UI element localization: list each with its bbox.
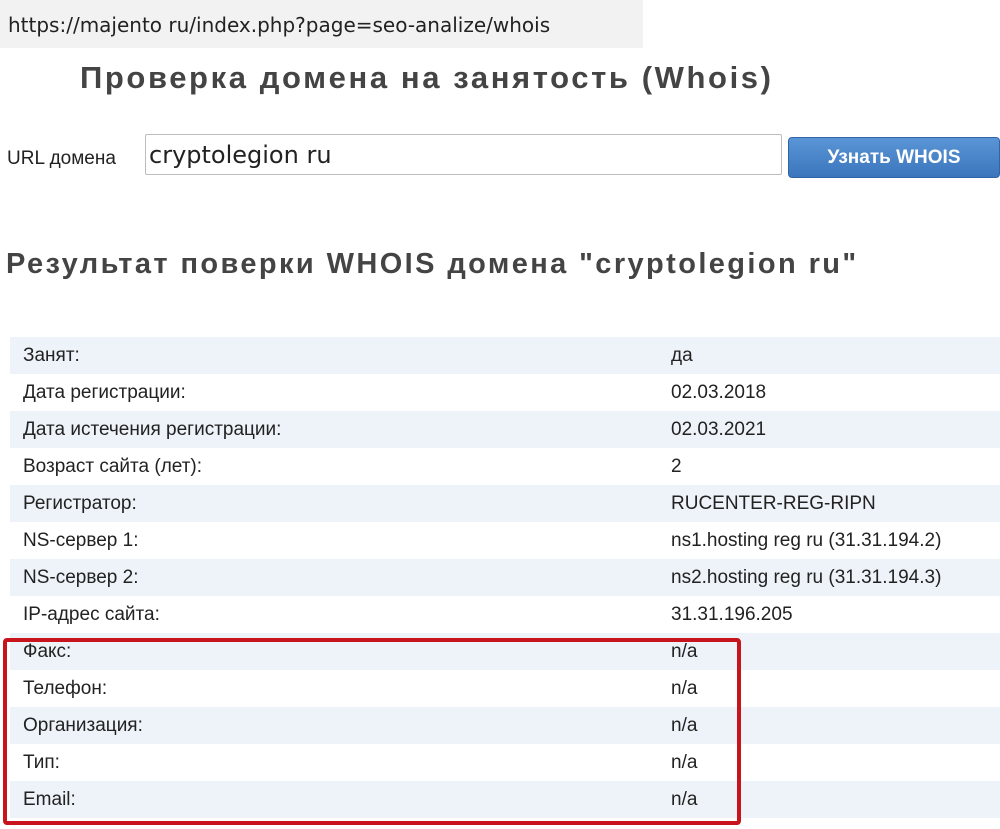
row-label: NS-сервер 1:	[10, 522, 659, 559]
row-label: Возраст сайта (лет):	[10, 448, 659, 485]
row-label: Email:	[10, 781, 659, 818]
table-row: Тип: n/a	[10, 744, 1000, 781]
row-label: Тип:	[10, 744, 659, 781]
row-value: n/a	[659, 707, 1000, 744]
row-value: 02.03.2021	[659, 411, 1000, 448]
table-row: Дата регистрации: 02.03.2018	[10, 374, 1000, 411]
table-row: Занят: да	[10, 337, 1000, 374]
address-bar-url: https://majento ru/index.php?page=seo-an…	[8, 13, 551, 37]
table-row: IP-адрес сайта: 31.31.196.205	[10, 596, 1000, 633]
row-value: n/a	[659, 744, 1000, 781]
table-row: Email: n/a	[10, 781, 1000, 818]
row-label: Факс:	[10, 633, 659, 670]
whois-result-table: Занят: да Дата регистрации: 02.03.2018 Д…	[10, 337, 1000, 818]
table-row: Организация: n/a	[10, 707, 1000, 744]
table-row: NS-сервер 1: ns1.hosting reg ru (31.31.1…	[10, 522, 1000, 559]
table-row: NS-сервер 2: ns2.hosting reg ru (31.31.1…	[10, 559, 1000, 596]
row-value: 2	[659, 448, 1000, 485]
row-value: n/a	[659, 781, 1000, 818]
row-value: 02.03.2018	[659, 374, 1000, 411]
row-value: n/a	[659, 633, 1000, 670]
row-label: Телефон:	[10, 670, 659, 707]
row-value: n/a	[659, 670, 1000, 707]
domain-url-label: URL домена	[7, 148, 116, 169]
whois-search-form: URL домена Узнать WHOIS	[0, 134, 1000, 180]
table-row: Возраст сайта (лет): 2	[10, 448, 1000, 485]
table-row: Дата истечения регистрации: 02.03.2021	[10, 411, 1000, 448]
row-label: Занят:	[10, 337, 659, 374]
row-label: Организация:	[10, 707, 659, 744]
table-row: Телефон: n/a	[10, 670, 1000, 707]
row-value: ns1.hosting reg ru (31.31.194.2)	[659, 522, 1000, 559]
row-value: RUCENTER-REG-RIPN	[659, 485, 1000, 522]
table-row: Регистратор: RUCENTER-REG-RIPN	[10, 485, 1000, 522]
row-label: Дата регистрации:	[10, 374, 659, 411]
table-row: Факс: n/a	[10, 633, 1000, 670]
result-title: Результат поверки WHOIS домена "cryptole…	[6, 248, 859, 280]
row-value: да	[659, 337, 1000, 374]
address-bar[interactable]: https://majento ru/index.php?page=seo-an…	[0, 0, 643, 48]
row-label: NS-сервер 2:	[10, 559, 659, 596]
domain-input[interactable]	[145, 134, 782, 175]
check-whois-button[interactable]: Узнать WHOIS	[788, 137, 1000, 178]
row-value: 31.31.196.205	[659, 596, 1000, 633]
row-label: Дата истечения регистрации:	[10, 411, 659, 448]
page-title: Проверка домена на занятость (Whois)	[80, 60, 774, 95]
row-label: IP-адрес сайта:	[10, 596, 659, 633]
row-value: ns2.hosting reg ru (31.31.194.3)	[659, 559, 1000, 596]
row-label: Регистратор:	[10, 485, 659, 522]
